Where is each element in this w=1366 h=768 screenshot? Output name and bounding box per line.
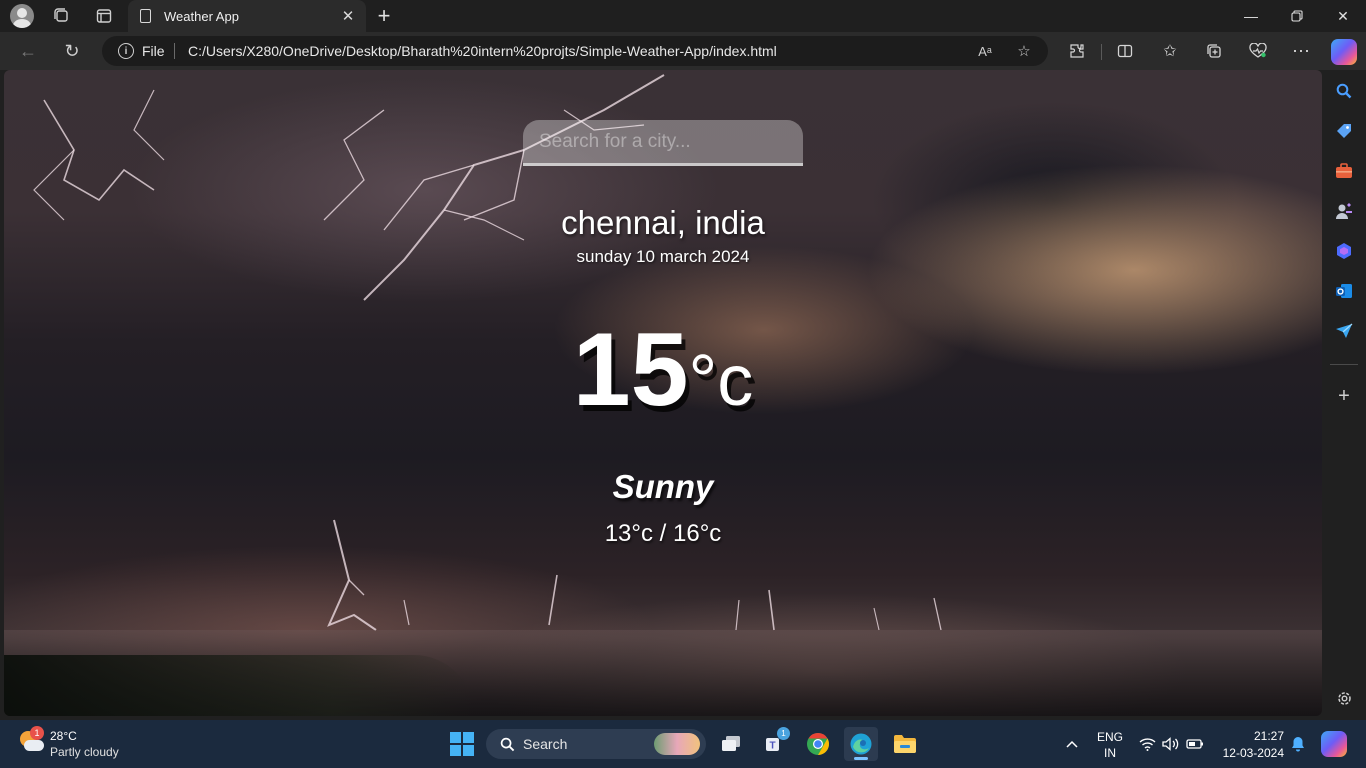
clock-time[interactable]: 21:27 xyxy=(1220,729,1284,743)
search-icon xyxy=(498,735,516,753)
browser-toolbar: ← ↻ i File C:/Users/X280/OneDrive/Deskto… xyxy=(0,32,1366,70)
weather-condition: Sunny xyxy=(612,468,714,505)
browser-essentials-icon[interactable] xyxy=(1246,39,1270,63)
copilot-taskbar-icon[interactable] xyxy=(1321,731,1347,757)
favorite-star-icon[interactable]: ☆ xyxy=(1013,41,1035,61)
vertical-tabs-icon[interactable] xyxy=(92,4,116,28)
collections-icon[interactable] xyxy=(1202,39,1226,63)
browser-title-bar: Weather App ✕ + — ✕ xyxy=(0,0,1366,32)
current-temperature: 15°c xyxy=(4,318,1322,422)
sidebar-add-icon[interactable]: + xyxy=(1333,385,1355,407)
wifi-icon[interactable] xyxy=(1137,734,1157,754)
sidebar-games-icon[interactable] xyxy=(1333,200,1355,222)
copilot-icon[interactable] xyxy=(1331,39,1357,65)
temperature-value: 15 xyxy=(572,312,689,428)
address-scheme-label: File xyxy=(142,43,165,59)
teams-badge: 1 xyxy=(777,727,790,740)
sidebar-settings-icon[interactable] xyxy=(1333,687,1355,709)
sidebar-tools-icon[interactable] xyxy=(1333,160,1355,182)
temperature-unit: °c xyxy=(688,341,754,421)
battery-icon[interactable] xyxy=(1185,734,1205,754)
sidebar-outlook-icon[interactable] xyxy=(1333,280,1355,302)
address-divider xyxy=(174,43,175,59)
volume-icon[interactable] xyxy=(1161,734,1181,754)
more-options-icon[interactable]: ⋯ xyxy=(1289,39,1313,63)
weather-notification-badge: 1 xyxy=(30,726,44,740)
close-window-icon[interactable]: ✕ xyxy=(1320,0,1366,32)
extensions-icon[interactable] xyxy=(1065,39,1089,63)
favorites-icon[interactable]: ✩ xyxy=(1158,39,1182,63)
workspaces-icon[interactable] xyxy=(50,4,74,28)
search-highlight-image xyxy=(654,733,700,755)
edge-sidebar: + xyxy=(1322,70,1366,720)
language-indicator-bottom[interactable]: IN xyxy=(1097,746,1123,760)
back-arrow-icon[interactable]: ← xyxy=(15,39,41,63)
current-date: sunday 10 march 2024 xyxy=(576,247,750,266)
restore-icon[interactable] xyxy=(1274,0,1320,32)
weather-app-page: chennai, india sunday 10 march 2024 15°c… xyxy=(4,70,1322,716)
toolbar-divider xyxy=(1101,44,1102,60)
close-tab-icon[interactable]: ✕ xyxy=(338,6,358,26)
sidebar-m365-icon[interactable] xyxy=(1333,240,1355,262)
clock-date[interactable]: 12-03-2024 xyxy=(1214,746,1284,760)
tray-chevron-up-icon[interactable] xyxy=(1062,734,1082,754)
weather-widget-desc[interactable]: Partly cloudy xyxy=(50,745,119,759)
active-tab[interactable]: Weather App ✕ xyxy=(128,0,366,32)
language-indicator-top[interactable]: ENG xyxy=(1097,730,1123,744)
temperature-range: 13°c / 16°c xyxy=(604,520,722,547)
taskbar-search-label: Search xyxy=(523,736,568,752)
sidebar-divider xyxy=(1330,364,1358,365)
sidebar-search-icon[interactable] xyxy=(1333,80,1355,102)
task-view-icon[interactable] xyxy=(714,727,748,761)
notification-bell-icon[interactable] xyxy=(1289,734,1307,754)
city-search-input[interactable] xyxy=(523,120,803,166)
file-explorer-icon[interactable] xyxy=(888,727,922,761)
info-icon[interactable]: i xyxy=(118,43,134,59)
read-aloud-icon[interactable]: Aᵃ xyxy=(974,41,996,61)
location-name: chennai, india xyxy=(561,204,765,241)
minimize-icon[interactable]: — xyxy=(1228,0,1274,32)
url-text[interactable]: C:/Users/X280/OneDrive/Desktop/Bharath%2… xyxy=(188,43,777,59)
page-icon xyxy=(140,9,151,23)
svg-text:T: T xyxy=(769,741,775,752)
taskbar-search-box[interactable]: Search xyxy=(486,729,706,759)
new-tab-icon[interactable]: + xyxy=(372,3,396,28)
address-bar[interactable]: i File C:/Users/X280/OneDrive/Desktop/Bh… xyxy=(102,36,1048,66)
tab-title: Weather App xyxy=(164,9,239,24)
profile-avatar-icon[interactable] xyxy=(10,4,34,28)
windows-start-icon[interactable] xyxy=(450,732,474,756)
sidebar-shopping-icon[interactable] xyxy=(1333,120,1355,142)
edge-icon[interactable] xyxy=(844,727,878,761)
teams-icon[interactable]: T 1 xyxy=(757,727,791,761)
sidebar-drop-icon[interactable] xyxy=(1333,320,1355,342)
chrome-icon[interactable] xyxy=(801,727,835,761)
weather-widget-temp[interactable]: 28°C xyxy=(50,729,77,743)
shoreline xyxy=(4,655,474,716)
refresh-icon[interactable]: ↻ xyxy=(59,39,85,63)
split-screen-icon[interactable] xyxy=(1113,39,1137,63)
windows-taskbar: 1 28°C Partly cloudy Search T 1 ENG IN 2… xyxy=(0,720,1366,768)
